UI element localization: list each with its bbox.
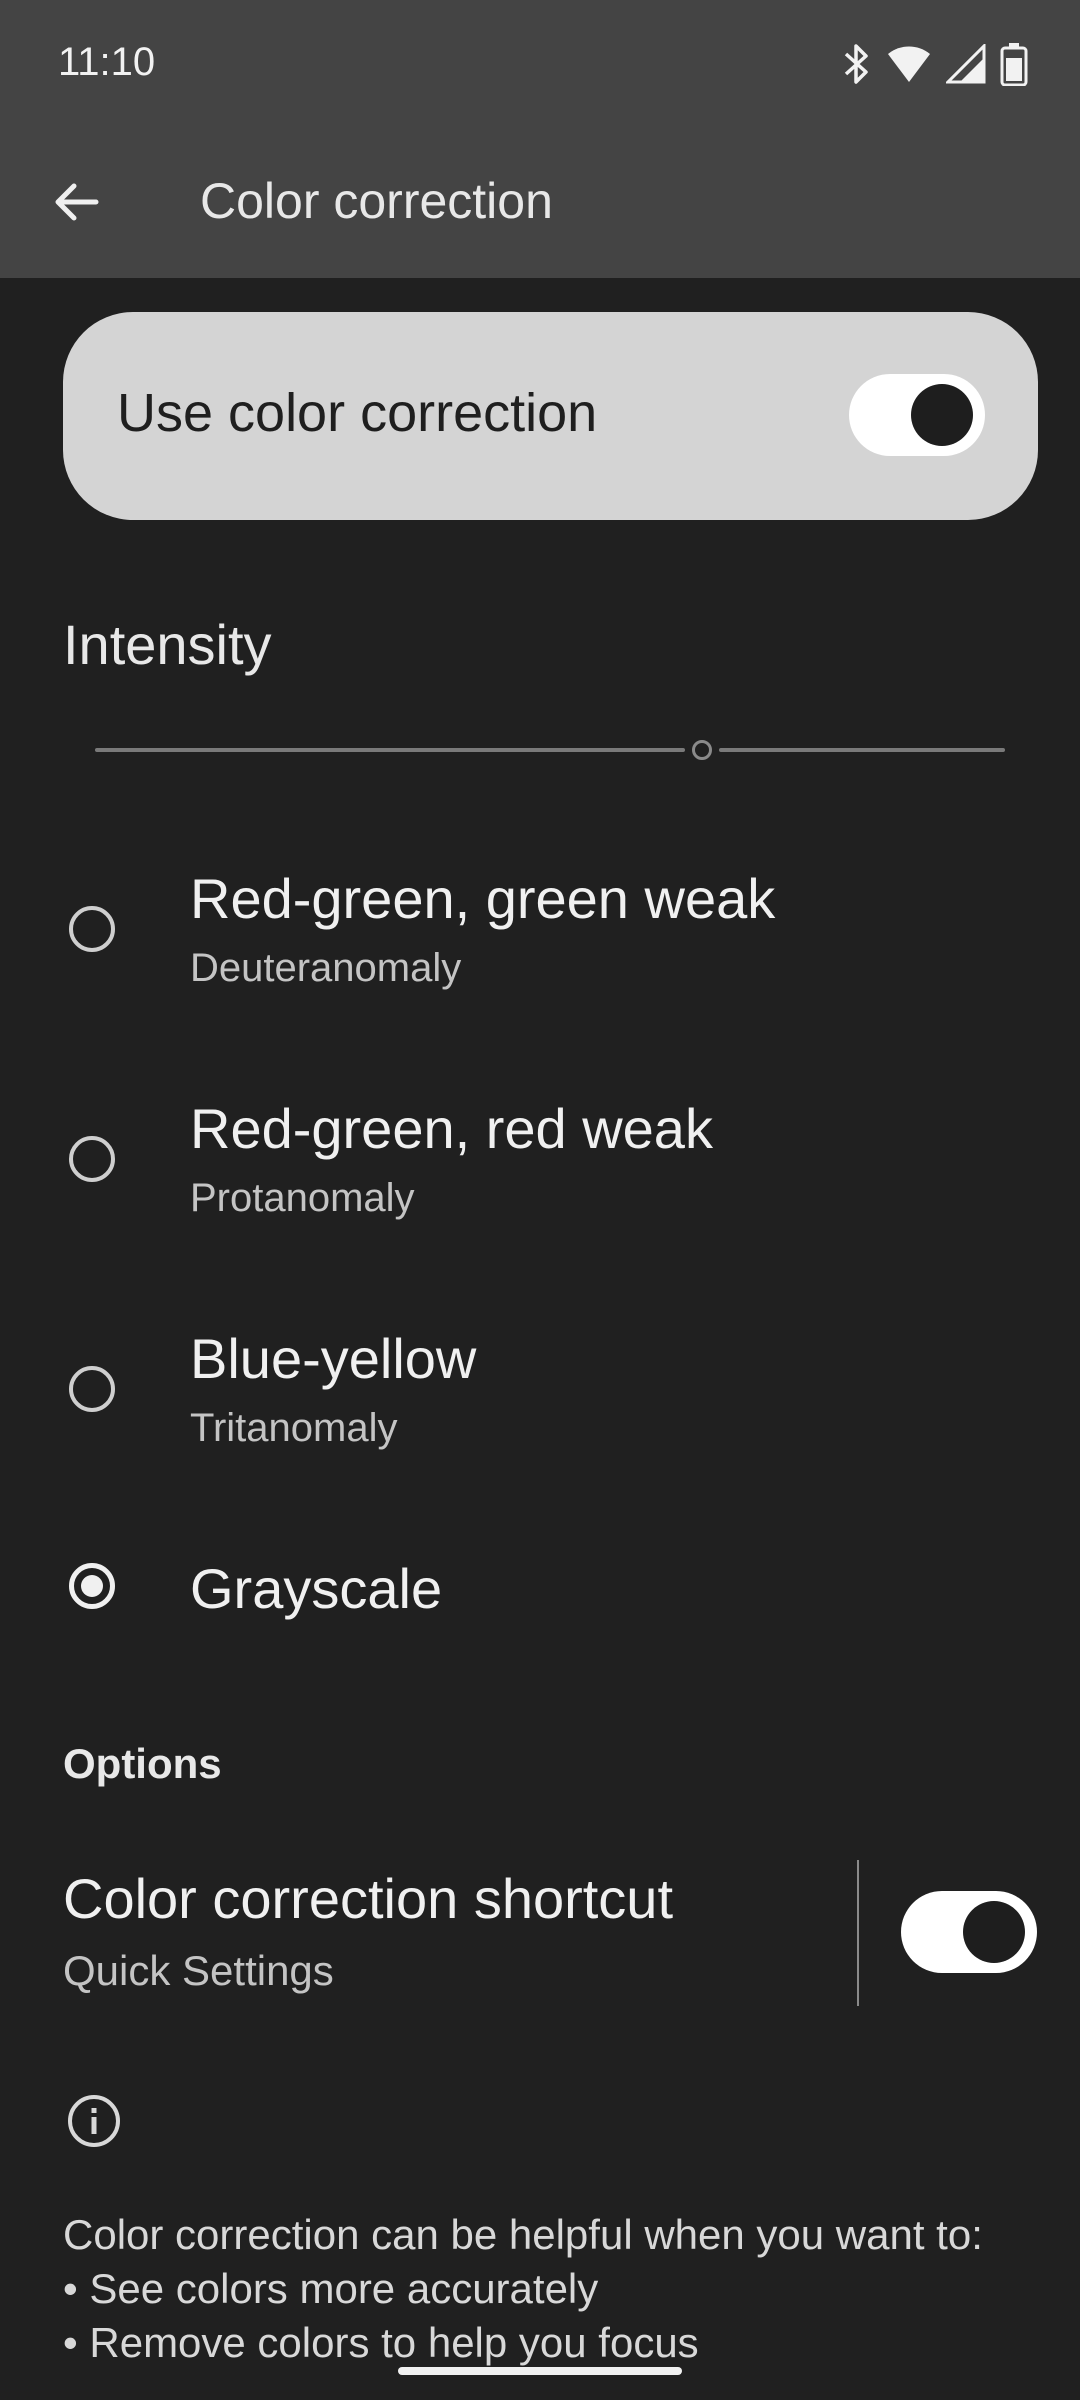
use-color-correction-switch[interactable]: [849, 374, 985, 456]
slider-track-active: [95, 748, 685, 752]
app-bar: Color correction: [0, 132, 1080, 278]
radio-button[interactable]: [69, 1136, 115, 1182]
wifi-icon: [886, 44, 932, 89]
mode-subtitle: Protanomaly: [190, 1176, 415, 1220]
arrow-back-icon: [52, 178, 100, 231]
shortcut-switch[interactable]: [901, 1891, 1037, 1973]
status-bar: 11:10: [0, 0, 1080, 132]
mode-title: Red-green, green weak: [190, 867, 776, 930]
radio-dot: [81, 1575, 103, 1597]
use-color-correction-card[interactable]: Use color correction: [63, 312, 1038, 520]
options-header: Options: [63, 1740, 222, 1787]
mode-title: Grayscale: [190, 1557, 443, 1620]
shortcut-title[interactable]: Color correction shortcut: [63, 1866, 673, 1931]
mode-title: Blue-yellow: [190, 1327, 477, 1390]
info-icon: [66, 2093, 122, 2149]
back-button[interactable]: [40, 168, 112, 240]
page-title: Color correction: [200, 173, 553, 229]
footer-bullet: • See colors more accurately: [63, 2265, 599, 2312]
radio-button[interactable]: [69, 1366, 115, 1412]
use-color-correction-label: Use color correction: [117, 383, 598, 443]
switch-thumb: [911, 384, 973, 446]
divider: [857, 1860, 859, 2006]
radio-button[interactable]: [69, 906, 115, 952]
bluetooth-icon: [842, 42, 872, 91]
mode-subtitle: Deuteranomaly: [190, 946, 462, 990]
intensity-label: Intensity: [63, 613, 272, 676]
mode-title: Red-green, red weak: [190, 1097, 713, 1160]
mode-option-deuteranomaly[interactable]: Red-green, green weak Deuteranomaly: [0, 830, 1080, 1030]
footer-description: Color correction can be helpful when you…: [63, 2208, 1053, 2370]
mode-option-protanomaly[interactable]: Red-green, red weak Protanomaly: [0, 1060, 1080, 1260]
radio-button-selected[interactable]: [69, 1563, 115, 1609]
signal-icon: [944, 42, 986, 89]
status-icons: [842, 42, 1028, 91]
slider-thumb[interactable]: [692, 740, 712, 760]
footer-bullet: • Remove colors to help you focus: [63, 2319, 699, 2366]
footer-intro: Color correction can be helpful when you…: [63, 2211, 983, 2258]
mode-option-grayscale[interactable]: Grayscale: [0, 1510, 1080, 1710]
status-time: 11:10: [58, 40, 156, 84]
switch-thumb: [963, 1901, 1025, 1963]
shortcut-subtitle[interactable]: Quick Settings: [63, 1947, 334, 1995]
battery-icon: [1000, 42, 1028, 91]
intensity-slider[interactable]: [95, 730, 1005, 770]
mode-option-tritanomaly[interactable]: Blue-yellow Tritanomaly: [0, 1290, 1080, 1490]
slider-track-inactive: [719, 748, 1005, 752]
mode-subtitle: Tritanomaly: [190, 1406, 398, 1450]
navigation-handle[interactable]: [398, 2367, 682, 2375]
